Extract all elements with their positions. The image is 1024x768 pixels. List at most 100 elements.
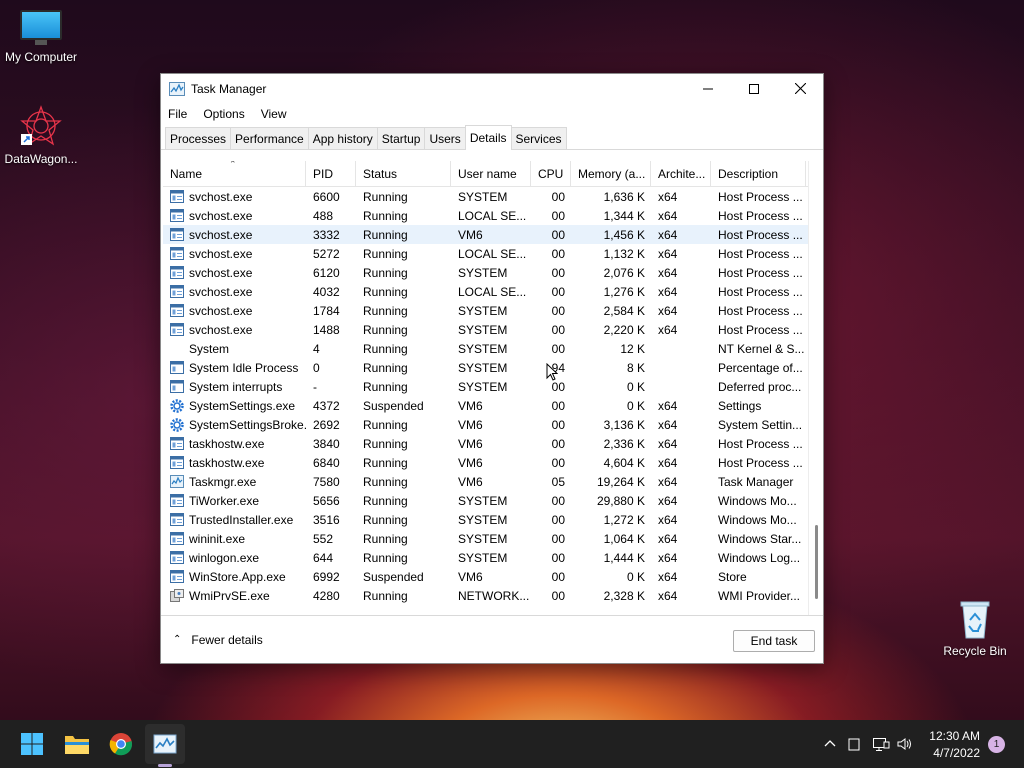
close-button[interactable] (777, 74, 823, 103)
desktop-icon-datawagon[interactable]: DataWagon... (0, 104, 82, 166)
cell-user: LOCAL SE... (458, 208, 527, 223)
table-row[interactable]: SystemSettings.exe 4372 Suspended VM6 00 0 K x… (163, 396, 808, 415)
table-row[interactable]: TrustedInstaller.exe 3516 Running SYSTEM 00 1… (163, 510, 808, 529)
tab-processes[interactable]: Processes (165, 127, 232, 149)
table-row[interactable]: svchost.exe 1488 Running SYSTEM 00 2,220 K x64… (163, 320, 808, 339)
cell-memory: 8 K (626, 360, 645, 375)
cell-cpu: 00 (551, 493, 565, 508)
table-row[interactable]: winlogon.exe 644 Running SYSTEM 00 1,444 K x64… (163, 548, 808, 567)
chevron-up-icon[interactable] (822, 736, 838, 752)
cell-memory: 12 K (620, 341, 645, 356)
menu-view[interactable]: View (261, 107, 287, 121)
scrollbar-thumb[interactable] (815, 525, 818, 599)
desktop-icon-my-computer[interactable]: My Computer (0, 10, 82, 64)
process-service-icon (170, 437, 184, 450)
column-header-description[interactable]: Description (711, 161, 806, 187)
column-header-status[interactable]: Status (356, 161, 451, 187)
table-row[interactable]: WmiPrvSE.exe 4280 Running NETWORK... 00 2,328… (163, 586, 808, 605)
table-row[interactable]: System interrupts - Running SYSTEM 00 0 K Defe… (163, 377, 808, 396)
cell-architecture: x64 (658, 493, 678, 508)
clock-date: 4/7/2022 (933, 746, 980, 760)
cell-architecture: x64 (658, 417, 678, 432)
tab-startup[interactable]: Startup (376, 127, 426, 149)
cell-architecture: x64 (658, 322, 678, 337)
column-header-user-name[interactable]: User name (451, 161, 531, 187)
table-row[interactable]: svchost.exe 3332 Running VM6 00 1,456 K x64 Hos… (163, 225, 808, 244)
desktop-icon-recycle-bin[interactable]: Recycle Bin (934, 598, 1016, 658)
table-row[interactable]: Taskmgr.exe 7580 Running VM6 05 19,264 K x64 Ta… (163, 472, 808, 491)
tab-app-history[interactable]: App history (307, 127, 378, 149)
cell-user: VM6 (458, 455, 483, 470)
cell-user: SYSTEM (458, 322, 508, 337)
table-row[interactable]: svchost.exe 6120 Running SYSTEM 00 2,076 K x64… (163, 263, 808, 282)
process-service-icon (170, 323, 184, 336)
column-header-architecture[interactable]: Archite... (651, 161, 711, 187)
process-name: svchost.exe (189, 284, 253, 299)
cell-pid: 3332 (313, 227, 340, 242)
table-row[interactable]: svchost.exe 5272 Running LOCAL SE... 00 1,132… (163, 244, 808, 263)
column-header-cpu[interactable]: CPU (531, 161, 571, 187)
volume-icon[interactable] (896, 736, 914, 752)
cell-architecture: x64 (658, 398, 678, 413)
table-row[interactable]: svchost.exe 6600 Running SYSTEM 00 1,636 K x64… (163, 187, 808, 206)
process-service-icon (170, 190, 184, 203)
cell-cpu: 00 (551, 531, 565, 546)
cell-description: Host Process ... (718, 227, 803, 242)
end-task-button[interactable]: End task (733, 630, 815, 652)
process-name: SystemSettingsBroke... (189, 417, 306, 432)
chevron-up-icon: ⌃ (173, 634, 182, 645)
start-button[interactable] (12, 724, 52, 764)
table-row[interactable]: taskhostw.exe 6840 Running VM6 00 4,604 K x64 H… (163, 453, 808, 472)
cell-memory: 1,132 K (603, 246, 645, 261)
table-row[interactable]: svchost.exe 1784 Running SYSTEM 00 2,584 K x64… (163, 301, 808, 320)
notification-badge[interactable]: 1 (988, 736, 1005, 753)
chrome-button[interactable] (101, 724, 141, 764)
cell-pid: 4372 (313, 398, 340, 413)
tab-services[interactable]: Services (510, 127, 567, 149)
cell-memory: 2,076 K (603, 265, 645, 280)
table-row[interactable]: wininit.exe 552 Running SYSTEM 00 1,064 K x64 W… (163, 529, 808, 548)
process-name: taskhostw.exe (189, 436, 265, 451)
table-row[interactable]: SystemSettingsBroke... 2692 Running VM6 00 3,… (163, 415, 808, 434)
cell-status: Running (363, 474, 408, 489)
cell-status: Running (363, 303, 408, 318)
title-bar[interactable]: Task Manager (161, 74, 823, 103)
table-row[interactable]: taskhostw.exe 3840 Running VM6 00 2,336 K x64 H… (163, 434, 808, 453)
tab-details[interactable]: Details (464, 125, 512, 150)
menu-options[interactable]: Options (203, 107, 244, 121)
cell-status: Running (363, 322, 408, 337)
table-row[interactable]: svchost.exe 4032 Running LOCAL SE... 00 1,276… (163, 282, 808, 301)
task-manager-taskbar-button[interactable] (145, 724, 185, 764)
mouse-cursor-icon (546, 363, 558, 381)
file-explorer-button[interactable] (57, 724, 97, 764)
table-row[interactable]: TiWorker.exe 5656 Running SYSTEM 00 29,880 K x… (163, 491, 808, 510)
clock[interactable]: 12:30 AM 4/7/2022 (929, 728, 980, 762)
cell-cpu: 05 (551, 474, 565, 489)
cell-pid: 644 (313, 550, 334, 565)
fewer-details-button[interactable]: ⌃ Fewer details (173, 633, 263, 647)
cell-name: TrustedInstaller.exe (163, 510, 306, 529)
cell-status: Running (363, 493, 408, 508)
tab-performance[interactable]: Performance (230, 127, 309, 149)
cell-architecture: x64 (658, 436, 678, 451)
menu-file[interactable]: File (168, 107, 187, 121)
column-header-pid[interactable]: PID (306, 161, 356, 187)
cell-name: svchost.exe (163, 282, 306, 301)
column-header-memory[interactable]: Memory (a... (571, 161, 651, 187)
process-window-icon (170, 380, 184, 393)
tab-users[interactable]: Users (424, 127, 466, 149)
minimize-button[interactable] (685, 74, 731, 103)
cell-pid: - (313, 379, 317, 394)
cell-pid: 4280 (313, 588, 340, 603)
cell-user: VM6 (458, 569, 483, 584)
table-row[interactable]: System 4 Running SYSTEM 00 12 K NT Kernel & S.… (163, 339, 808, 358)
maximize-button[interactable] (731, 74, 777, 103)
network-icon[interactable] (872, 736, 890, 752)
table-row[interactable]: svchost.exe 488 Running LOCAL SE... 00 1,344 … (163, 206, 808, 225)
process-service-icon (170, 570, 184, 583)
table-row[interactable]: System Idle Process 0 Running SYSTEM 94 8 K Pe… (163, 358, 808, 377)
vertical-scrollbar[interactable] (808, 161, 823, 615)
cell-cpu: 00 (551, 303, 565, 318)
touch-keyboard-icon[interactable] (846, 736, 862, 752)
table-row[interactable]: WinStore.App.exe 6992 Suspended VM6 00 0 K x64… (163, 567, 808, 586)
